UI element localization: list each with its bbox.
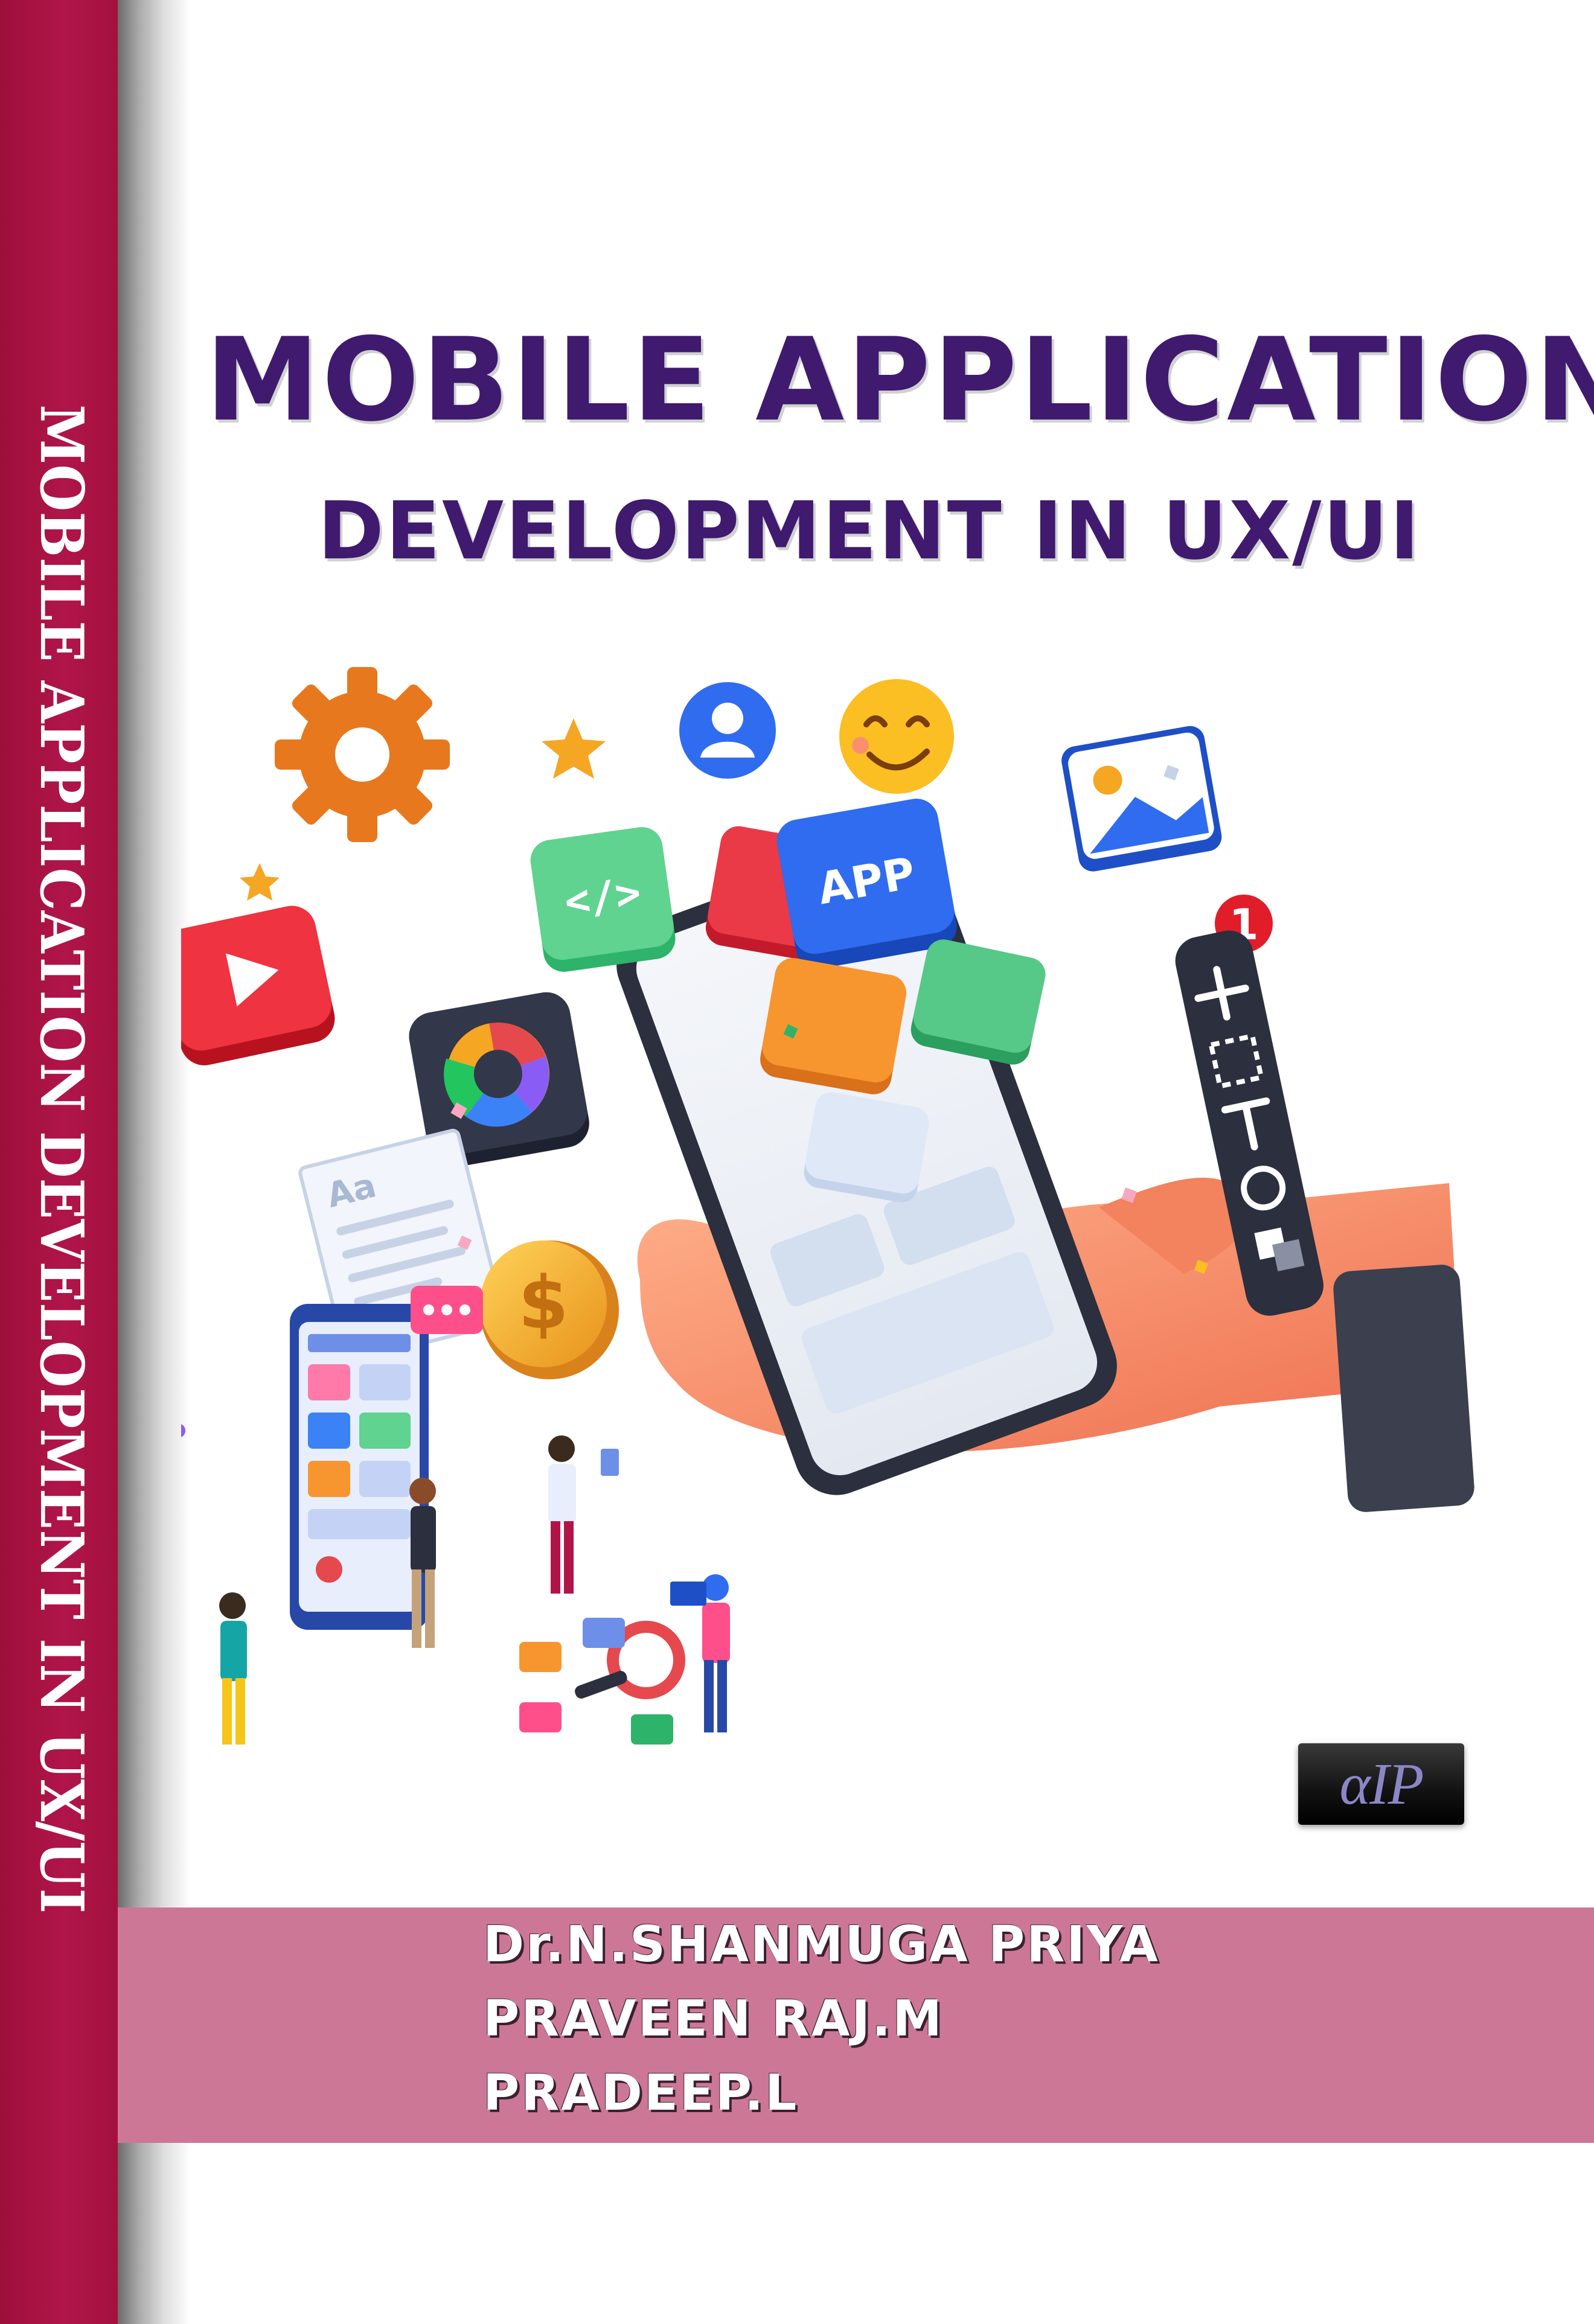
- light-tile: [804, 1092, 929, 1203]
- coin-symbol: $: [518, 1262, 569, 1346]
- publisher-logo-text: αIP: [1339, 1751, 1424, 1817]
- title-line-1: MOBILE APPLICATION: [205, 313, 1594, 447]
- author-name: Dr.N.SHANMUGA PRIYA: [483, 1916, 1160, 1973]
- spine-title: MOBILE APPLICATION DEVELOPMENT IN UX/UI: [11, 404, 107, 1926]
- smiley-icon: [839, 679, 954, 794]
- author-name: PRADEEP.L: [483, 2064, 799, 2122]
- image-icon: [1061, 726, 1222, 872]
- cover-illustration: </> APP 1 Aa $: [181, 664, 1534, 1781]
- code-tile: </>: [530, 827, 676, 972]
- illustration-svg: </> APP 1 Aa $: [181, 667, 1474, 1745]
- title-line-2: DEVELOPMENT IN UX/UI: [318, 485, 1421, 578]
- watch-band: [1333, 1265, 1474, 1512]
- orange-tile: [760, 958, 906, 1094]
- spine-title-svg: MOBILE APPLICATION DEVELOPMENT IN UX/UI: [27, 404, 96, 1914]
- star-icon: [542, 718, 606, 779]
- gear-icon: [275, 667, 450, 842]
- spine-title-text: MOBILE APPLICATION DEVELOPMENT IN UX/UI: [27, 404, 96, 1914]
- author-name: PRAVEEN RAJ.M: [483, 1990, 944, 2048]
- code-tile-label: </>: [562, 867, 644, 927]
- publisher-logo: αIP: [1298, 1743, 1464, 1825]
- video-play-tile: [181, 905, 335, 1065]
- user-icon: [679, 682, 776, 779]
- coin-icon: $: [480, 1240, 619, 1379]
- star-icon-small: [240, 863, 280, 901]
- person-figure: [548, 1435, 619, 1594]
- small-phone: [290, 1304, 429, 1630]
- chat-bubble-icon: [411, 1286, 483, 1334]
- person-figure: [219, 1592, 247, 1745]
